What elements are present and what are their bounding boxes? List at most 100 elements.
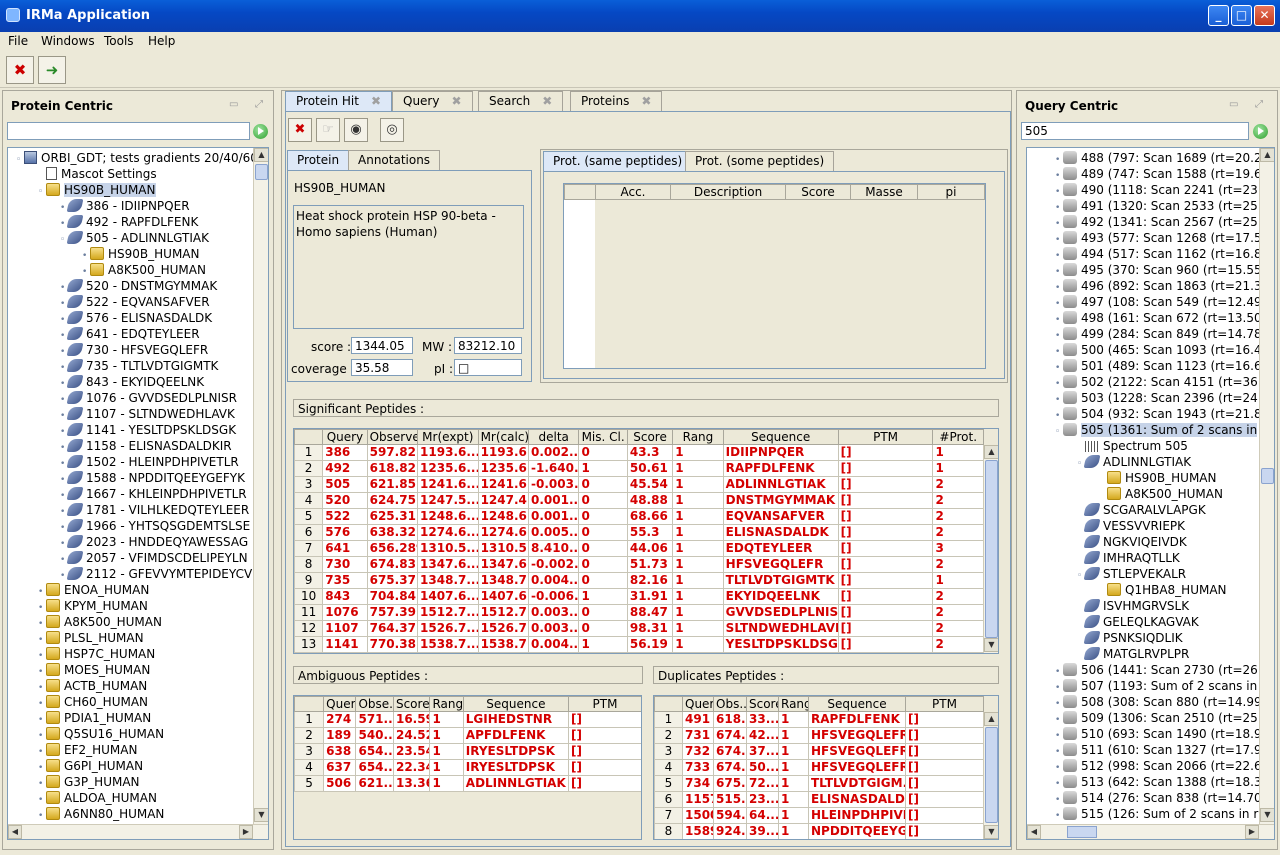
- table-row[interactable]: 131141770.38...1538.7...1538.7...0.004..…: [294, 636, 984, 653]
- table-row[interactable]: 1491618....33....1RAPFDLFENK[]: [654, 711, 984, 728]
- column-header[interactable]: PTM: [837, 429, 934, 445]
- tree-node[interactable]: • G6PI_HUMAN: [38, 758, 143, 774]
- table-row[interactable]: 8730674.83...1347.6...1347.6...-0.002...…: [294, 556, 984, 573]
- tree-node[interactable]: • G3P_HUMAN: [38, 774, 140, 790]
- table-row[interactable]: 3732674....37....1HFSVEGQLEFR[]: [654, 743, 984, 760]
- tree-node[interactable]: ISVHMGRVSLK: [1077, 598, 1189, 614]
- minimize-button[interactable]: _: [1208, 5, 1229, 26]
- tree-node[interactable]: • 497 (108: Scan 549 (rt=12.498: [1055, 294, 1269, 310]
- menu-help[interactable]: Help: [148, 34, 175, 48]
- column-header[interactable]: Sequence: [722, 429, 839, 445]
- tree-node[interactable]: ◦ 505 - ADLINNLGTIAK: [60, 230, 209, 246]
- tree-node[interactable]: ◦ STLEPVEKALR: [1077, 566, 1186, 582]
- tree-node[interactable]: • 513 (642: Scan 1388 (rt=18.34: [1055, 774, 1269, 790]
- table-row[interactable]: 81589924....39....1NPDDITQEEYG...[]: [654, 823, 984, 839]
- tree-node[interactable]: • KPYM_HUMAN: [38, 598, 148, 614]
- tree-node[interactable]: IMHRAQTLLK: [1077, 550, 1180, 566]
- duplicates-vscrollbar[interactable]: ▲ ▼: [983, 712, 998, 839]
- expand-toggle-icon[interactable]: •: [1055, 808, 1063, 824]
- table-row[interactable]: 10843704.84...1407.6...1407.6...-0.006..…: [294, 588, 984, 605]
- tree-node[interactable]: • 507 (1193: Sum of 2 scans in r: [1055, 678, 1266, 694]
- tree-node[interactable]: • 843 - EKYIDQEELNK: [60, 374, 204, 390]
- tree-node[interactable]: • Q5SU16_HUMAN: [38, 726, 164, 742]
- column-header[interactable]: Mr(expt): [417, 429, 479, 445]
- tree-node[interactable]: • PLSL_HUMAN: [38, 630, 144, 646]
- column-header[interactable]: Score: [392, 696, 431, 712]
- tree-node[interactable]: • 502 (2122: Scan 4151 (rt=36.0: [1055, 374, 1269, 390]
- score-field[interactable]: 1344.05: [351, 337, 413, 354]
- tree-node[interactable]: • 495 (370: Scan 960 (rt=15.553: [1055, 262, 1269, 278]
- column-header[interactable]: Obse...: [355, 696, 394, 712]
- tree-node[interactable]: • 1158 - ELISNASDALDKIR: [60, 438, 232, 454]
- table-row[interactable]: 1274571....16.591LGIHEDSTNR[]: [294, 711, 641, 728]
- column-header[interactable]: Rang: [778, 696, 809, 712]
- collapse-toggle-icon[interactable]: ◦: [16, 152, 24, 168]
- column-header[interactable]: Query: [323, 696, 357, 712]
- tree-node[interactable]: • ACTB_HUMAN: [38, 678, 147, 694]
- tree-node[interactable]: Q1HBA8_HUMAN: [1099, 582, 1227, 598]
- close-tab-icon[interactable]: ✖: [371, 94, 381, 108]
- tree-node[interactable]: ◦ ADLINNLGTIAK: [1077, 454, 1191, 470]
- tree-node[interactable]: A8K500_HUMAN: [1099, 486, 1223, 502]
- tree-node[interactable]: • EF2_HUMAN: [38, 742, 137, 758]
- tree-node[interactable]: VESSVVRIEPK: [1077, 518, 1185, 534]
- column-header[interactable]: Masse: [850, 184, 918, 200]
- column-header[interactable]: Obs...: [713, 696, 747, 712]
- tree-node[interactable]: • ALDOA_HUMAN: [38, 790, 157, 806]
- tree-node[interactable]: • 488 (797: Scan 1689 (rt=20.25: [1055, 150, 1269, 166]
- minimize-panel-icon[interactable]: ▭: [229, 99, 238, 110]
- tree-node[interactable]: HS90B_HUMAN: [1099, 470, 1217, 486]
- table-row[interactable]: 5506621....13.361ADLINNLGTIAK[]: [294, 775, 641, 792]
- table-row[interactable]: 5734675....72....1TLTLVDTGIGM...[]: [654, 775, 984, 792]
- close-tab-icon[interactable]: ✖: [451, 94, 461, 108]
- tree-vscrollbar[interactable]: ▲ ▼: [1259, 148, 1274, 824]
- column-header[interactable]: Rang: [429, 696, 464, 712]
- tree-node[interactable]: NGKVIQEIVDK: [1077, 534, 1187, 550]
- maximize-button[interactable]: □: [1231, 5, 1252, 26]
- tree-node[interactable]: Spectrum 505: [1077, 438, 1188, 454]
- tree-node[interactable]: • 512 (998: Scan 2066 (rt=22.63: [1055, 758, 1269, 774]
- tab-query[interactable]: Query ✖: [392, 91, 473, 111]
- tree-node[interactable]: • 504 (932: Scan 1943 (rt=21.86: [1055, 406, 1269, 422]
- tree-node[interactable]: • 1667 - KHLEINPDHPIVETLR: [60, 486, 247, 502]
- web-search-icon[interactable]: ◎: [380, 118, 404, 142]
- hand-icon[interactable]: ☞: [316, 118, 340, 142]
- column-header[interactable]: Sequence: [462, 696, 570, 712]
- column-header[interactable]: Mis. Cl.: [578, 429, 628, 445]
- subtab-prot-some-peptides[interactable]: Prot. (some peptides): [685, 151, 835, 171]
- column-header[interactable]: Mr(calc): [477, 429, 530, 445]
- search-protein-icon[interactable]: ◉: [344, 118, 368, 142]
- table-row[interactable]: 4637654....22.341IRYESLTDPSK[]: [294, 759, 641, 776]
- search-go-icon[interactable]: [1253, 124, 1268, 139]
- tree-node[interactable]: Mascot Settings: [38, 166, 157, 182]
- column-header[interactable]: Score: [626, 429, 674, 445]
- column-header[interactable]: Query: [682, 696, 714, 712]
- tree-node[interactable]: • CH60_HUMAN: [38, 694, 148, 710]
- tree-node[interactable]: • 520 - DNSTMGYMMAK: [60, 278, 217, 294]
- tree-node[interactable]: • 1076 - GVVDSEDLPLNISR: [60, 390, 237, 406]
- tree-node[interactable]: • 510 (693: Scan 1490 (rt=18.99: [1055, 726, 1269, 742]
- tree-node[interactable]: • 494 (517: Scan 1162 (rt=16.88: [1055, 246, 1269, 262]
- column-header[interactable]: Description: [670, 184, 786, 200]
- table-row[interactable]: 6576638.32...1274.6...1274.6...0.005...0…: [294, 524, 984, 541]
- tab-search[interactable]: Search ✖: [478, 91, 564, 111]
- coverage-field[interactable]: 35.58: [351, 359, 413, 376]
- tree-node[interactable]: ◦ HS90B_HUMAN: [38, 182, 156, 198]
- tree-hscrollbar[interactable]: ◀ ▶: [1027, 824, 1274, 839]
- table-row[interactable]: 2189540....24.521APFDLFENK[]: [294, 727, 641, 744]
- table-row[interactable]: 111076757.39...1512.7...1512.7...0.003..…: [294, 604, 984, 621]
- tree-node[interactable]: • 500 (465: Scan 1093 (rt=16.43: [1055, 342, 1269, 358]
- column-header[interactable]: PTM: [568, 696, 641, 712]
- search-go-icon[interactable]: [253, 124, 268, 139]
- collapse-toggle-icon[interactable]: ◦: [38, 184, 46, 200]
- close-tab-icon[interactable]: ✖: [641, 94, 651, 108]
- tree-node[interactable]: • 503 (1228: Scan 2396 (rt=24.7: [1055, 390, 1269, 406]
- tree-node[interactable]: • 2057 - VFIMDSCDELIPEYLN: [60, 550, 248, 566]
- maximize-panel-icon[interactable]: ⤢: [255, 99, 263, 110]
- mw-field[interactable]: 83212.10: [454, 337, 522, 354]
- table-row[interactable]: 3638654....23.541IRYESLTDPSK[]: [294, 743, 641, 760]
- table-row[interactable]: 71500594....64....1HLEINPDHPIVE...[]: [654, 807, 984, 824]
- tree-node[interactable]: • A8K500_HUMAN: [38, 614, 162, 630]
- tree-node[interactable]: • 501 (489: Scan 1123 (rt=16.63: [1055, 358, 1269, 374]
- tree-node[interactable]: • 1502 - HLEINPDHPIVETLR: [60, 454, 239, 470]
